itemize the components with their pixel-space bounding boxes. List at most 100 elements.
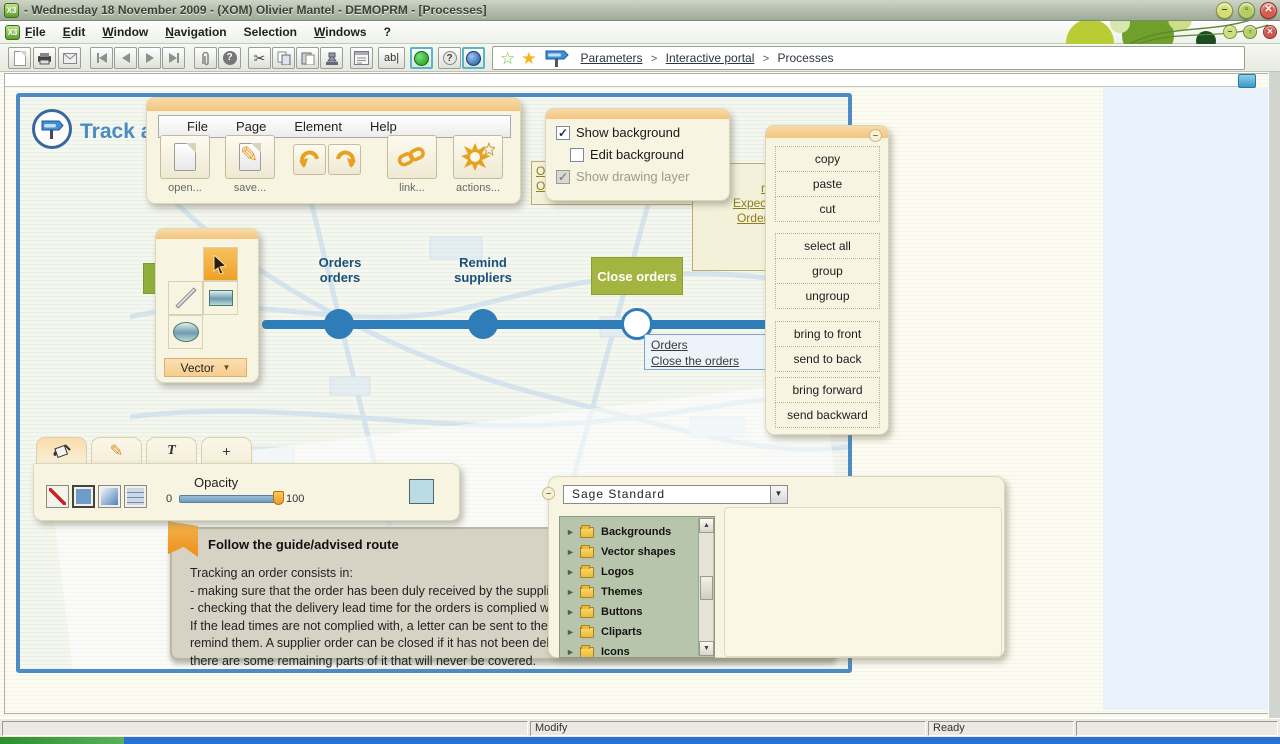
fill-solid-button[interactable] <box>72 485 95 508</box>
save-button[interactable]: ✎ <box>225 135 275 179</box>
save-icon[interactable] <box>8 47 31 69</box>
checkbox-checked[interactable]: ✓ <box>556 126 570 140</box>
flow-node-remind[interactable] <box>468 309 498 339</box>
next-record-icon[interactable] <box>138 47 161 69</box>
checkbox-unchecked[interactable] <box>570 148 584 162</box>
tab-add[interactable]: + <box>201 437 252 464</box>
menu-help[interactable]: ? <box>384 25 391 39</box>
tree-item-logos[interactable]: ►Logos <box>566 563 634 581</box>
tree-item-icons[interactable]: ►Icons <box>566 643 630 658</box>
menu-send-backward[interactable]: send backward <box>775 402 880 428</box>
step-label-remind-suppliers[interactable]: Remindsuppliers <box>443 255 523 285</box>
expand-arrow-icon[interactable]: ► <box>566 627 580 637</box>
panel-header[interactable] <box>546 109 729 119</box>
menu-copy[interactable]: copy <box>775 146 880 172</box>
expand-arrow-icon[interactable]: ► <box>566 547 580 557</box>
tree-item-buttons[interactable]: ►Buttons <box>566 603 643 621</box>
tree-scrollbar[interactable]: ▲ ▼ <box>698 518 713 656</box>
clipart-library-select[interactable]: Sage Standard ▼ <box>563 485 788 504</box>
menu-windows[interactable]: Windows <box>314 25 367 39</box>
menu-group[interactable]: group <box>775 258 880 284</box>
menu-ungroup[interactable]: ungroup <box>775 283 880 309</box>
open-button[interactable] <box>160 135 210 179</box>
cursor-tool[interactable] <box>203 247 238 281</box>
paste-icon[interactable] <box>296 47 319 69</box>
scroll-down-button[interactable]: ▼ <box>699 641 714 656</box>
help-icon[interactable]: ? <box>438 47 461 69</box>
menu-bring-forward[interactable]: bring forward <box>775 377 880 403</box>
expand-arrow-icon[interactable]: ► <box>566 647 580 657</box>
flow-node-orders[interactable] <box>324 309 354 339</box>
collapse-button[interactable]: – <box>869 129 882 142</box>
palette-header[interactable] <box>147 98 520 111</box>
undo-button[interactable] <box>293 144 326 175</box>
close-button[interactable]: ✕ <box>1260 2 1277 19</box>
mail-icon[interactable] <box>58 47 81 69</box>
popup-link-close-the-orders[interactable]: Close the orders <box>651 353 764 369</box>
rectangle-tool[interactable] <box>203 281 238 315</box>
favorite-outline-star-icon[interactable]: ☆ <box>500 50 515 67</box>
expand-arrow-icon[interactable]: ► <box>566 607 580 617</box>
menu-cut[interactable]: cut <box>775 196 880 222</box>
tree-item-vector-shapes[interactable]: ►Vector shapes <box>566 543 676 561</box>
tab-text[interactable]: T <box>146 437 197 464</box>
form-icon[interactable] <box>350 47 373 69</box>
menu-window[interactable]: Window <box>102 25 148 39</box>
step-button-close-orders[interactable]: Close orders <box>591 257 683 295</box>
expand-arrow-icon[interactable]: ► <box>566 527 580 537</box>
stamp-icon[interactable] <box>320 47 343 69</box>
fill-gradient-button[interactable] <box>98 485 121 508</box>
option-show-background[interactable]: ✓ Show background <box>556 125 680 140</box>
menu-send-to-back[interactable]: send to back <box>775 346 880 372</box>
option-edit-background[interactable]: Edit background <box>570 147 684 162</box>
line-tool[interactable] <box>168 281 203 315</box>
fill-color-swatch[interactable] <box>409 479 434 504</box>
globe-green-icon[interactable] <box>410 47 433 69</box>
step-label-orders-orders[interactable]: Ordersorders <box>300 255 380 285</box>
attachment-icon[interactable] <box>194 47 217 69</box>
collapse-button[interactable]: – <box>542 487 555 500</box>
favorite-star-icon[interactable]: ★ <box>521 50 536 67</box>
breadcrumb-interactive-portal[interactable]: Interactive portal <box>666 51 755 65</box>
link-button[interactable] <box>387 135 437 179</box>
menu-navigation[interactable]: Navigation <box>165 25 226 39</box>
globe-search-icon[interactable] <box>462 47 485 69</box>
opacity-slider-handle[interactable] <box>273 491 284 505</box>
actions-button[interactable] <box>453 135 503 179</box>
previous-record-icon[interactable] <box>114 47 137 69</box>
last-record-icon[interactable] <box>162 47 185 69</box>
tree-item-themes[interactable]: ►Themes <box>566 583 643 601</box>
menu-file[interactable]: File <box>25 25 46 39</box>
print-icon[interactable] <box>33 47 56 69</box>
ellipse-tool[interactable] <box>168 315 203 349</box>
menu-select-all[interactable]: select all <box>775 233 880 259</box>
minimize-button[interactable]: – <box>1216 2 1233 19</box>
expand-arrow-icon[interactable]: ► <box>566 567 580 577</box>
palette-menu-page[interactable]: Page <box>236 119 266 134</box>
menu-selection[interactable]: Selection <box>244 25 297 39</box>
help-bubble-icon[interactable]: ? <box>218 47 241 69</box>
palette-menu-help[interactable]: Help <box>370 119 397 134</box>
restore-layout-button[interactable] <box>1238 74 1256 88</box>
first-record-icon[interactable] <box>90 47 113 69</box>
popup-link-orders[interactable]: Orders <box>651 337 764 353</box>
breadcrumb-parameters[interactable]: Parameters <box>581 51 643 65</box>
text-edit-icon[interactable]: ab| <box>378 47 405 69</box>
expand-arrow-icon[interactable]: ► <box>566 587 580 597</box>
mdi-maximize-button[interactable]: ▫ <box>1243 25 1257 39</box>
opacity-slider[interactable] <box>179 495 279 503</box>
menu-bring-to-front[interactable]: bring to front <box>775 321 880 347</box>
signpost-icon[interactable] <box>543 48 571 68</box>
panel-header[interactable] <box>156 229 258 239</box>
menu-edit[interactable]: Edit <box>63 25 86 39</box>
scroll-up-button[interactable]: ▲ <box>699 518 714 533</box>
tree-item-cliparts[interactable]: ►Cliparts <box>566 623 642 641</box>
tree-item-backgrounds[interactable]: ►Backgrounds <box>566 523 671 541</box>
scrollbar-thumb[interactable] <box>700 576 713 600</box>
fill-none-button[interactable] <box>46 485 69 508</box>
cut-icon[interactable]: ✂ <box>248 47 271 69</box>
palette-menu-element[interactable]: Element <box>294 119 342 134</box>
copy-icon[interactable] <box>272 47 295 69</box>
dropdown-arrow-icon[interactable]: ▼ <box>770 486 787 503</box>
redo-button[interactable] <box>328 144 361 175</box>
